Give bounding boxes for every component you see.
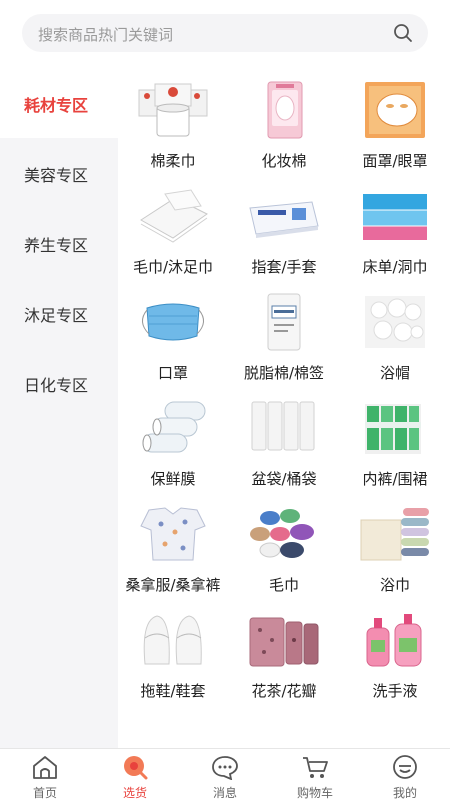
product-label: 浴巾 [379, 576, 410, 594]
product-label: 花茶/花瓣 [251, 682, 317, 700]
product-label: 毛巾/沐足巾 [132, 258, 214, 276]
slippers-image [143, 615, 202, 665]
product-item[interactable]: 浴巾 [340, 492, 450, 598]
product-label: 棉柔巾 [150, 152, 196, 170]
tab-label: 消息 [212, 786, 237, 800]
sidebar-item-label: 养生专区 [24, 236, 89, 255]
product-label: 口罩 [157, 364, 188, 382]
sidebar-item-label: 美容专区 [24, 166, 89, 185]
message-icon [212, 756, 238, 780]
sidebar-item-foot-bath[interactable]: 沐足专区 [0, 278, 118, 348]
basin-bag-image [251, 401, 315, 451]
product-label: 脱脂棉/棉签 [243, 364, 325, 382]
search-bar: 搜索商品热门关键词 [0, 0, 450, 68]
sidebar-item-label: 日化专区 [24, 376, 89, 395]
product-item[interactable]: 洗手液 [340, 598, 450, 704]
home-icon [33, 756, 57, 779]
bath-towel-image [360, 508, 429, 561]
product-label: 面罩/眼罩 [362, 152, 428, 170]
product-label: 保鲜膜 [150, 470, 196, 488]
sauna-suit-image [140, 507, 206, 561]
cling-film-image [142, 401, 206, 453]
tissue-roll-image [138, 83, 208, 137]
tab-label: 选货 [122, 786, 147, 800]
product-item[interactable]: 毛巾 [229, 492, 339, 598]
cotton-bag-image [267, 293, 301, 351]
product-label: 化妆棉 [261, 152, 307, 170]
surgical-mask-image [142, 303, 204, 341]
tab-profile[interactable]: 我的 [360, 749, 450, 801]
product-label: 盆袋/桶袋 [251, 470, 317, 488]
product-item[interactable]: 脱脂棉/棉签 [229, 280, 339, 386]
tab-select-goods[interactable]: 选货 [90, 749, 180, 801]
product-item[interactable]: 保鲜膜 [118, 386, 228, 492]
search-icon[interactable] [392, 22, 414, 44]
sidebar-item-label: 耗材专区 [24, 96, 89, 115]
flower-tea-image [249, 617, 319, 667]
search-input[interactable]: 搜索商品热门关键词 [22, 14, 428, 52]
cart-icon [303, 757, 328, 778]
product-label: 床单/洞巾 [362, 258, 428, 276]
colored-towels-image [250, 509, 314, 558]
sidebar-item-label: 沐足专区 [24, 306, 89, 325]
cotton-pad-image [267, 81, 303, 139]
product-item[interactable]: 棉柔巾 [118, 68, 228, 174]
tab-label: 购物车 [296, 786, 333, 800]
sidebar-item-wellness[interactable]: 养生专区 [0, 208, 118, 278]
product-label: 指套/手套 [251, 258, 317, 276]
product-item[interactable]: 化妆棉 [229, 68, 339, 174]
tab-home[interactable]: 首页 [0, 749, 90, 801]
product-item[interactable]: 内裤/围裙 [340, 386, 450, 492]
bottom-tab-bar: 首页 选货 消息 购物车 我的 [0, 748, 450, 800]
face-mask-sheet-image [365, 82, 425, 138]
search-placeholder: 搜索商品热门关键词 [38, 26, 174, 44]
towel-image [140, 189, 208, 243]
shower-cap-image [365, 296, 425, 348]
product-label: 桑拿服/桑拿裤 [125, 576, 221, 594]
category-sidebar: 耗材专区 美容专区 养生专区 沐足专区 日化专区 [0, 68, 118, 748]
product-item[interactable]: 盆袋/桶袋 [229, 386, 339, 492]
product-item[interactable]: 花茶/花瓣 [229, 598, 339, 704]
product-item[interactable]: 浴帽 [340, 280, 450, 386]
product-item[interactable]: 毛巾/沐足巾 [118, 174, 228, 280]
underwear-pack-image [365, 404, 421, 454]
sidebar-item-consumables[interactable]: 耗材专区 [0, 68, 118, 138]
product-item[interactable]: 指套/手套 [229, 174, 339, 280]
sidebar-item-beauty[interactable]: 美容专区 [0, 138, 118, 208]
tab-cart[interactable]: 购物车 [270, 749, 360, 801]
product-label: 毛巾 [268, 576, 299, 594]
tab-label: 首页 [32, 786, 57, 800]
product-item[interactable]: 面罩/眼罩 [340, 68, 450, 174]
product-item[interactable]: 口罩 [118, 280, 228, 386]
product-item[interactable]: 桑拿服/桑拿裤 [118, 492, 228, 598]
product-label: 浴帽 [379, 364, 410, 382]
tab-label: 我的 [392, 786, 417, 800]
sidebar-item-daily-chemicals[interactable]: 日化专区 [0, 348, 118, 418]
hand-soap-image [366, 614, 422, 667]
bed-sheet-image [363, 194, 427, 240]
product-item[interactable]: 床单/洞巾 [340, 174, 450, 280]
profile-icon [393, 755, 417, 779]
product-label: 内裤/围裙 [362, 470, 428, 488]
product-label: 拖鞋/鞋套 [140, 682, 206, 700]
product-label: 洗手液 [372, 682, 418, 700]
product-item[interactable]: 拖鞋/鞋套 [118, 598, 228, 704]
tab-messages[interactable]: 消息 [180, 749, 270, 801]
glove-box-image [249, 201, 319, 238]
search-bubble-icon [124, 756, 148, 780]
product-grid: 棉柔巾 化妆棉 面罩/眼罩 毛巾/沐足巾 指套/手套 床单/洞巾 口罩 脱脂棉/… [118, 68, 450, 748]
